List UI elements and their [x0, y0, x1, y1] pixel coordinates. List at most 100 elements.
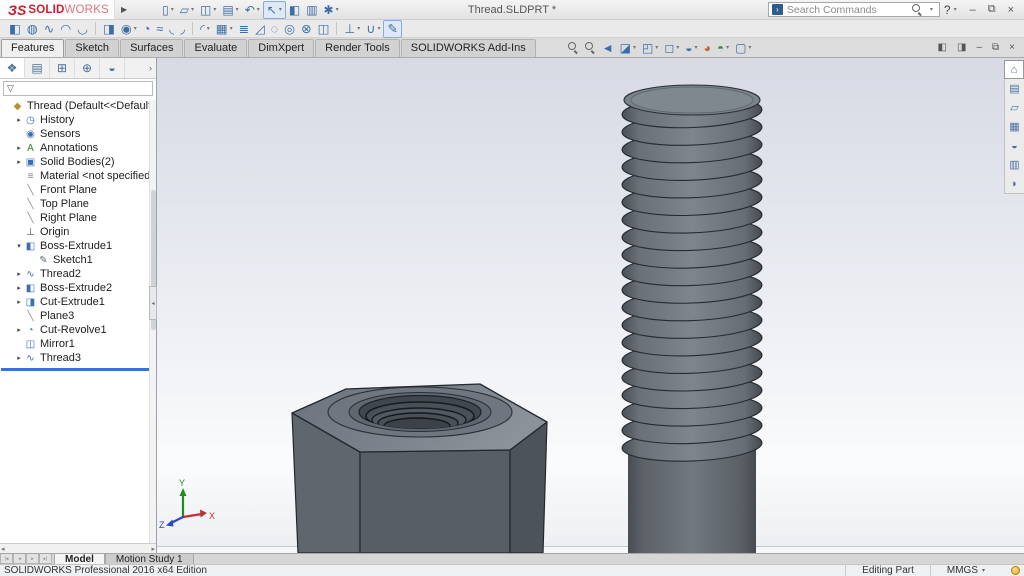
propertymanager-tab[interactable]: ▤: [25, 58, 50, 78]
menu-expand-button[interactable]: ▶: [114, 0, 133, 19]
configurationmanager-tab[interactable]: ⊞: [50, 58, 75, 78]
close-button[interactable]: ×: [1002, 0, 1020, 19]
appearances-scenes-tab[interactable]: ◒: [1005, 136, 1024, 155]
doc-minimize-button[interactable]: –: [971, 38, 987, 57]
tab-render-tools[interactable]: Render Tools: [315, 39, 400, 57]
dropdown-caret[interactable]: ▾: [236, 6, 239, 13]
scroll-left-arrow[interactable]: ◂: [1, 545, 5, 553]
edit-appearance-button[interactable]: ◕: [701, 39, 714, 57]
revolved-boss-button[interactable]: ◍: [24, 20, 41, 38]
file-explorer-tab[interactable]: ▱: [1005, 98, 1024, 117]
hide-show-items-button[interactable]: ◒▾: [682, 39, 700, 57]
section-view-button[interactable]: ◪▾: [617, 39, 639, 57]
display-style-button[interactable]: ◻▾: [661, 39, 682, 57]
dropdown-caret[interactable]: ▾: [257, 6, 260, 13]
tree-item-top-plane[interactable]: ╲Top Plane: [0, 197, 156, 211]
swept-boss-button[interactable]: ∿: [41, 20, 57, 38]
featuremanager-design-tree-tab[interactable]: ❖: [0, 58, 25, 78]
swept-cut-button[interactable]: ≈: [153, 20, 166, 38]
panel-splitter-handle[interactable]: ◂: [149, 286, 157, 320]
dropdown-caret[interactable]: ▾: [695, 44, 698, 51]
dropdown-caret[interactable]: ▾: [134, 25, 137, 32]
undo-button[interactable]: ↶▾: [242, 1, 263, 19]
search-icon[interactable]: [912, 4, 923, 15]
tree-horizontal-scrollbar[interactable]: ◂ ▸: [0, 543, 156, 553]
previous-view-button[interactable]: ◄: [599, 39, 617, 57]
intersect-button[interactable]: ⊗: [298, 20, 314, 38]
tree-item-boss-extrude1[interactable]: ▾◧Boss-Extrude1: [0, 239, 156, 253]
view-settings-button[interactable]: ▢▾: [732, 39, 754, 57]
dimxpertmanager-tab[interactable]: ⊕: [75, 58, 100, 78]
custom-properties-tab[interactable]: ▥: [1005, 155, 1024, 174]
graphics-viewport[interactable]: Y X Z ⌂▤▱▦◒▥◗: [157, 58, 1024, 553]
tree-vertical-scrollbar[interactable]: [149, 100, 156, 543]
dropdown-caret[interactable]: ▾: [191, 6, 194, 13]
new-button[interactable]: ▯▾: [159, 1, 177, 19]
dropdown-caret[interactable]: ▾: [676, 44, 679, 51]
dropdown-caret[interactable]: ▾: [377, 25, 380, 32]
displaymanager-tab[interactable]: ◒: [100, 58, 125, 78]
print-button[interactable]: ▤▾: [219, 1, 241, 19]
boundary-boss-button[interactable]: ◡: [74, 20, 91, 38]
search-scope-icon[interactable]: ›: [772, 4, 783, 15]
lofted-boss-button[interactable]: ◠: [57, 20, 74, 38]
tree-item-sketch1[interactable]: ✎Sketch1: [0, 253, 156, 267]
status-tip-icon[interactable]: [1011, 566, 1020, 575]
doc-close-button[interactable]: ×: [1004, 38, 1020, 57]
tree-item-cut-revolve1[interactable]: ▸◔Cut-Revolve1: [0, 323, 156, 337]
rebuild-button[interactable]: ◧: [286, 1, 303, 19]
save-button[interactable]: ◫▾: [197, 1, 219, 19]
tab-motion-study-1[interactable]: Motion Study 1: [105, 554, 194, 564]
file-properties-button[interactable]: ▥: [303, 1, 320, 19]
expand-arrow[interactable]: ▸: [14, 144, 24, 152]
dropdown-caret[interactable]: ▾: [726, 44, 729, 51]
options-button[interactable]: ✱▾: [321, 1, 342, 19]
rollback-bar[interactable]: [1, 368, 150, 371]
tab-solidworks-add-ins[interactable]: SOLIDWORKS Add-Ins: [401, 39, 536, 57]
3d-scene[interactable]: Y X Z: [157, 58, 1024, 553]
panel-tabs-overflow-button[interactable]: ›: [145, 58, 156, 78]
search-commands-box[interactable]: › Search Commands ▾: [768, 2, 940, 17]
tree-item-right-plane[interactable]: ╲Right Plane: [0, 211, 156, 225]
tab-surfaces[interactable]: Surfaces: [120, 39, 183, 57]
bolt-model[interactable]: [621, 85, 762, 553]
expand-arrow[interactable]: ▸: [14, 326, 24, 334]
expand-arrow[interactable]: ▸: [14, 270, 24, 278]
expand-arrow[interactable]: ▾: [14, 242, 24, 250]
last-tab-button[interactable]: ▸|: [39, 554, 52, 564]
doc-restore-button[interactable]: ⧉: [987, 38, 1004, 57]
tree-filter-box[interactable]: ▽: [3, 81, 153, 96]
tree-item-cut-extrude1[interactable]: ▸◨Cut-Extrude1: [0, 295, 156, 309]
extruded-boss-button[interactable]: ◧: [6, 20, 24, 38]
dropdown-caret[interactable]: ▾: [171, 6, 174, 13]
tree-item-origin[interactable]: ⊥Origin: [0, 225, 156, 239]
expand-arrow[interactable]: ▸: [14, 354, 24, 362]
tree-item-solid-bodies-2[interactable]: ▸▣Solid Bodies(2): [0, 155, 156, 169]
scroll-right-arrow[interactable]: ▸: [151, 545, 155, 553]
tree-item-thread-default-default-display-stat[interactable]: ◆Thread (Default<<Default>_Display Stat: [0, 99, 156, 113]
nut-model[interactable]: [292, 384, 547, 553]
curves-button[interactable]: ∪▾: [363, 20, 383, 38]
tab-features[interactable]: Features: [1, 39, 64, 57]
expand-arrow[interactable]: ▸: [14, 158, 24, 166]
solidworks-forum-tab[interactable]: ◗: [1005, 174, 1024, 193]
zoom-to-fit-button[interactable]: [565, 39, 582, 57]
pane-next-button[interactable]: ◨: [952, 38, 971, 57]
zoom-to-area-button[interactable]: [582, 39, 599, 57]
apply-scene-button[interactable]: ◓▾: [714, 39, 732, 57]
tab-dimxpert[interactable]: DimXpert: [248, 39, 314, 57]
tab-sketch[interactable]: Sketch: [65, 39, 119, 57]
instant3d-button[interactable]: ✎: [383, 20, 401, 38]
tree-item-thread2[interactable]: ▸∿Thread2: [0, 267, 156, 281]
select-button[interactable]: ↖▾: [263, 1, 286, 19]
expand-arrow[interactable]: ▸: [14, 298, 24, 306]
tree-item-annotations[interactable]: ▸AAnnotations: [0, 141, 156, 155]
next-tab-button[interactable]: ▸: [26, 554, 39, 564]
dropdown-caret[interactable]: ▾: [336, 6, 339, 13]
tree-item-mirror1[interactable]: ◫Mirror1: [0, 337, 156, 351]
previous-tab-button[interactable]: ◂: [13, 554, 26, 564]
restore-button[interactable]: ⧉: [982, 0, 1002, 19]
hole-wizard-button[interactable]: ◉▾: [118, 20, 140, 38]
first-tab-button[interactable]: |◂: [0, 554, 13, 564]
tree-item-front-plane[interactable]: ╲Front Plane: [0, 183, 156, 197]
